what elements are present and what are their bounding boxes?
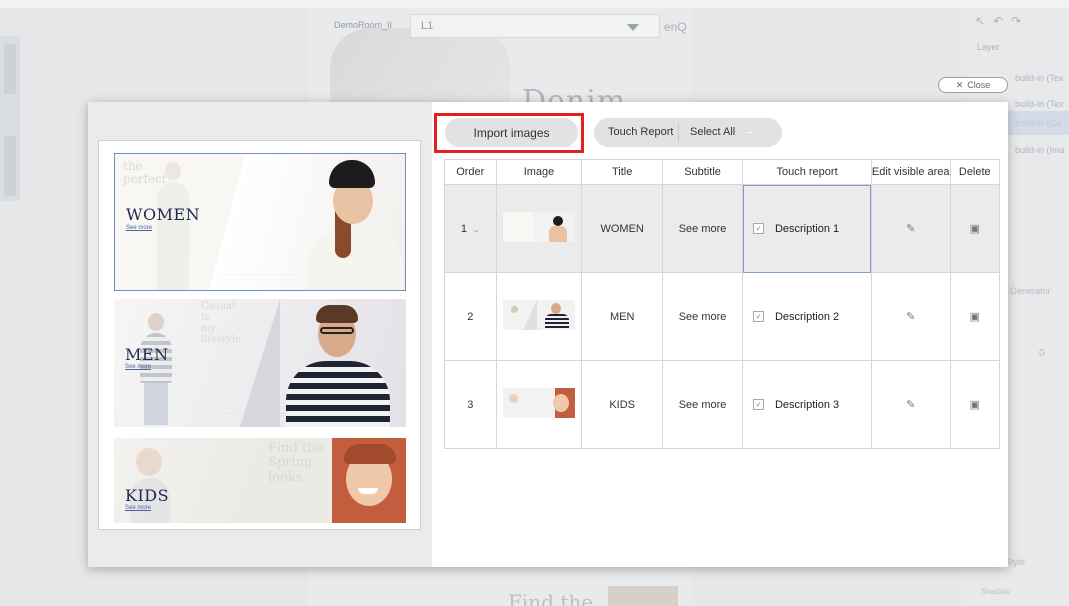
delete-cell[interactable]: ▣ [949,272,1001,361]
banner-kids[interactable]: Find the Spring looks KIDS See more [114,438,406,523]
column-header-touch-report[interactable]: Touch report [742,159,872,185]
banner-title: WOMEN [126,205,201,224]
trash-icon[interactable]: ▣ [970,310,980,323]
order-cell[interactable]: 3 [444,360,497,449]
image-cell[interactable] [495,360,583,449]
pencil-icon[interactable]: ✎ [906,310,915,323]
subtitle-cell[interactable]: See more [661,272,744,361]
banner-ghost-text: Find the Spring looks [268,441,324,485]
touch-report-checkbox[interactable]: ✓ [753,311,765,322]
edit-cell[interactable]: ✎ [870,184,951,273]
touch-report-cell[interactable]: ✓ Description 1 [742,184,872,273]
edit-cell[interactable]: ✎ [870,272,951,361]
column-header-edit-visible-area[interactable]: Edit visible area [870,159,951,185]
select-all-dropdown[interactable]: Select All [690,126,735,138]
column-header-subtitle[interactable]: Subtitle [661,159,744,185]
touch-report-cell[interactable]: ✓ Description 3 [742,360,872,449]
image-cell[interactable] [495,272,583,361]
order-value: 1 [460,222,467,235]
trash-icon[interactable]: ▣ [970,222,980,235]
table-row[interactable]: 3 KIDS See more ✓ Description 3 ✎ ▣ [444,360,1001,449]
order-cell[interactable]: 2 [444,272,497,361]
subtitle-cell[interactable]: See more [661,360,744,449]
table-row[interactable]: 2 MEN See more ✓ Description 2 ✎ ▣ [444,272,1001,361]
model-kid [332,438,406,523]
close-icon: ✕ [955,79,964,90]
touch-description: Description 2 [774,310,840,323]
touch-description: Description 1 [774,222,840,235]
preview-frame: the perfect WOMEN See more ·············… [98,140,421,530]
banner-title: MEN [125,345,169,364]
delete-cell[interactable]: ▣ [949,360,1001,449]
title-cell[interactable]: WOMEN [581,184,663,273]
import-images-button[interactable]: Import images [445,118,578,147]
model-woman [307,158,405,290]
edit-cell[interactable]: ✎ [870,360,951,449]
image-thumbnail [503,300,575,330]
touch-report-checkbox[interactable]: ✓ [753,399,765,410]
column-header-image[interactable]: Image [495,159,583,185]
banner-fineprint: ········································… [223,272,299,277]
touch-report-button[interactable]: Touch Report [608,126,673,138]
banner-title: KIDS [125,486,170,505]
images-table: Order Image Title Subtitle Touch report … [444,159,1001,449]
image-thumbnail [503,388,575,418]
touch-description: Description 3 [774,398,840,411]
model-man [280,301,392,427]
image-thumbnail [503,212,575,242]
ghost-figure [153,162,193,290]
delete-cell[interactable]: ▣ [949,184,1001,273]
preview-pane: the perfect WOMEN See more ·············… [88,102,432,567]
column-header-delete[interactable]: Delete [949,159,1001,185]
banner-ghost-text: Casual is my lifestyle [201,301,241,345]
close-label: Close [967,80,991,90]
table-header-row: Order Image Title Subtitle Touch report … [444,159,1001,185]
banner-diagonal [240,299,280,427]
trash-icon[interactable]: ▣ [970,398,980,411]
image-cell[interactable] [495,184,583,273]
divider [678,123,679,142]
chevron-down-icon [747,132,753,133]
column-header-order[interactable]: Order [444,159,497,185]
touch-report-cell[interactable]: ✓ Description 2 [742,272,872,361]
banner-women[interactable]: the perfect WOMEN See more ·············… [114,153,406,291]
pencil-icon[interactable]: ✎ [906,398,915,411]
table-row[interactable]: 1 ⌄ WOMEN See more ✓ Description 1 ✎ ▣ [444,184,1001,273]
title-cell[interactable]: MEN [581,272,663,361]
banner-men[interactable]: Casual is my lifestyle MEN See more ····… [114,299,406,427]
subtitle-cell[interactable]: See more [661,184,744,273]
banner-link: See more [125,505,152,511]
banner-link: See more [126,225,153,231]
title-cell[interactable]: KIDS [581,360,663,449]
banner-link: See more [125,364,152,370]
import-images-dialog: the perfect WOMEN See more ·············… [88,102,1008,567]
touch-report-checkbox[interactable]: ✓ [753,223,765,234]
close-button[interactable]: ✕ Close [938,77,1008,93]
column-header-title[interactable]: Title [581,159,663,185]
touch-report-group: Touch Report Select All [594,118,782,147]
pencil-icon[interactable]: ✎ [906,222,915,235]
order-dropdown-icon[interactable]: ⌄ [473,225,480,234]
order-cell[interactable]: 1 ⌄ [444,184,497,273]
